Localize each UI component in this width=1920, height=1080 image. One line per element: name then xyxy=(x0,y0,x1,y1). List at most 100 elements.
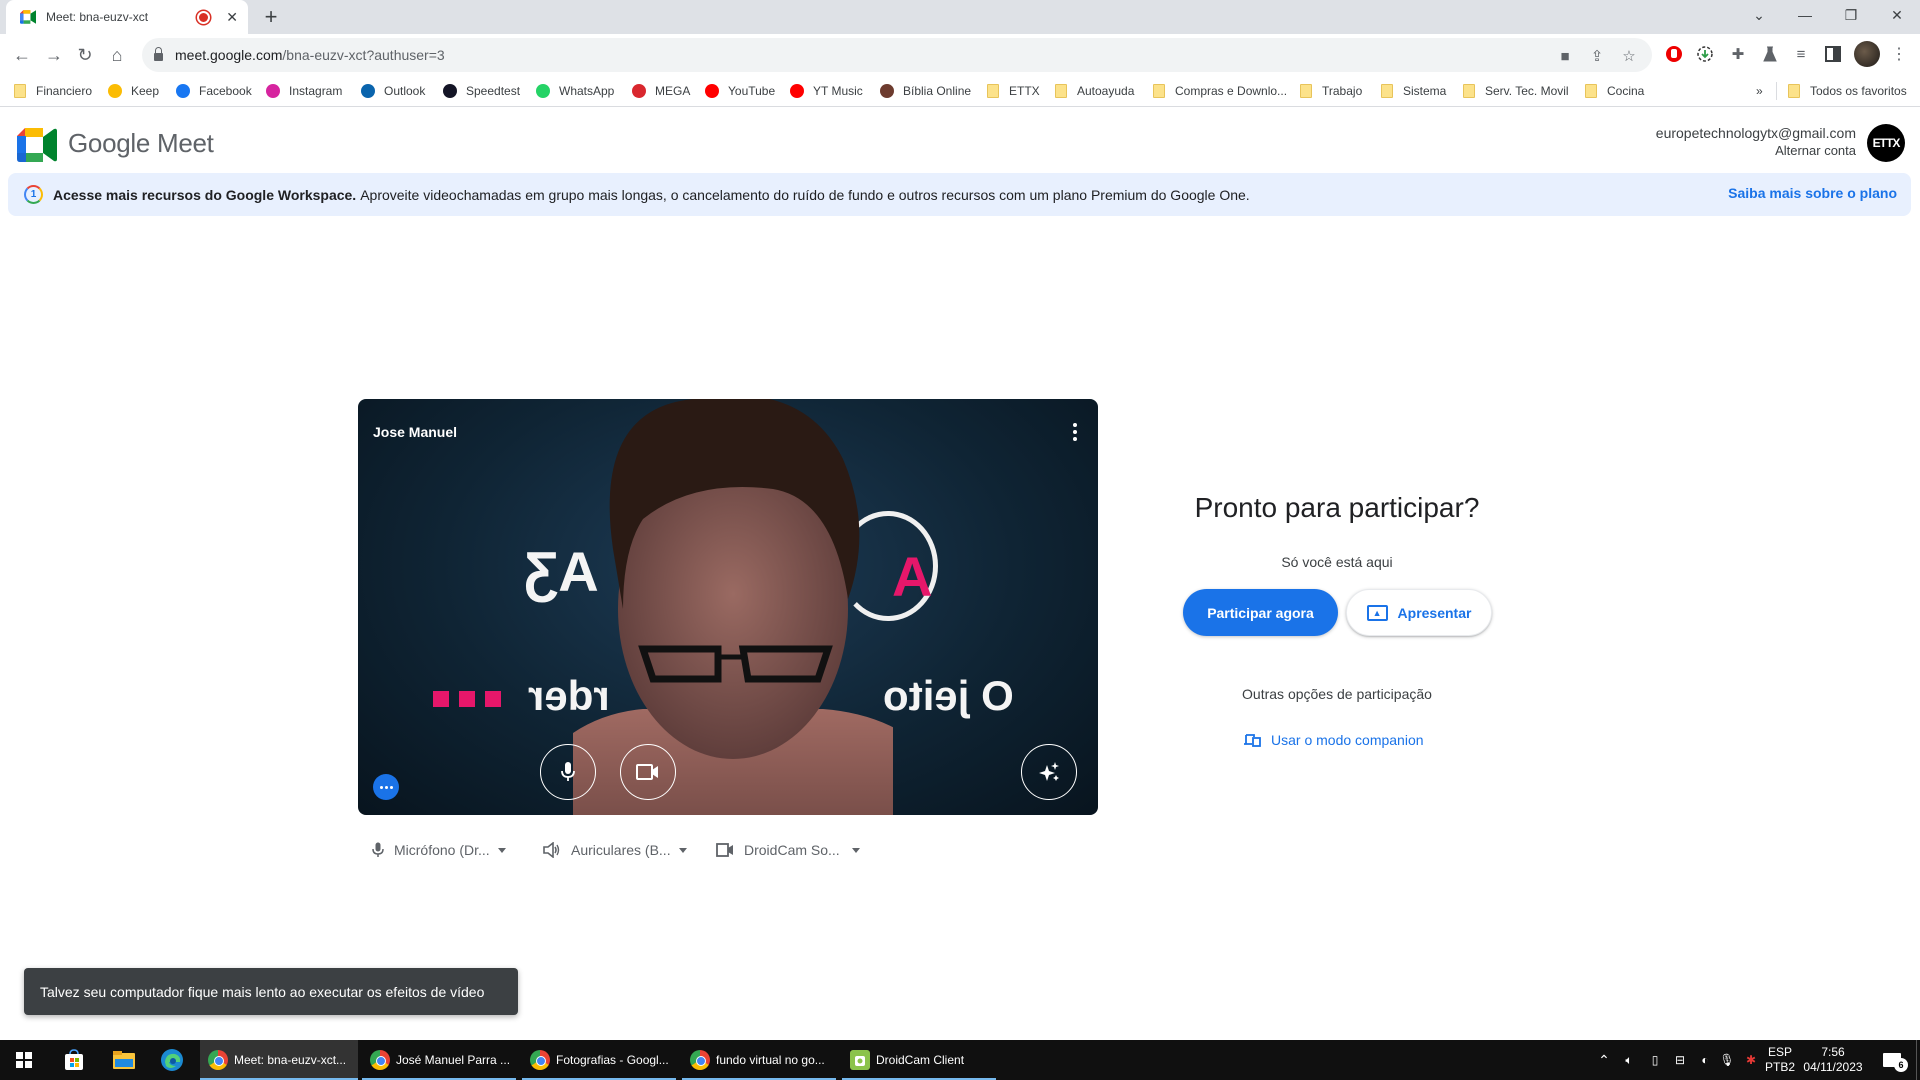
speaker-select[interactable]: Auriculares (B... xyxy=(543,838,687,862)
profile-avatar[interactable] xyxy=(1854,41,1880,67)
bookmark-serv-tec-movil[interactable]: Serv. Tec. Movil xyxy=(1463,82,1569,100)
bookmark-star-icon[interactable]: ☆ xyxy=(1620,47,1638,65)
bookmark-label: Cocina xyxy=(1607,84,1645,98)
bookmark-keep[interactable]: Keep xyxy=(108,82,159,100)
folder-icon xyxy=(1463,84,1475,98)
edge-browser-icon[interactable] xyxy=(148,1040,196,1080)
notification-center-button[interactable]: 6 xyxy=(1874,1040,1910,1080)
present-button-label: Apresentar xyxy=(1397,604,1472,621)
switch-account-link[interactable]: Alternar conta xyxy=(1775,143,1856,158)
all-bookmarks-button[interactable]: Todos os favoritos xyxy=(1788,82,1907,100)
usb-eject-icon[interactable]: ▯ xyxy=(1644,1040,1666,1080)
bookmark-speedtest[interactable]: Speedtest xyxy=(443,82,520,100)
input-language[interactable]: ESP PTB2 xyxy=(1762,1040,1798,1080)
camera-select[interactable]: DroidCam So... xyxy=(716,838,860,862)
notification-count-badge: 6 xyxy=(1894,1058,1908,1072)
taskbar-app-meet[interactable]: Meet: bna-euzv-xct... xyxy=(200,1040,358,1080)
bookmarks-overflow-button[interactable]: » xyxy=(1756,82,1763,100)
new-tab-button[interactable]: + xyxy=(258,4,284,30)
visual-effects-button[interactable] xyxy=(1021,744,1077,800)
participant-video-person xyxy=(573,399,893,815)
google-meet-wordmark[interactable]: Google Meet xyxy=(68,128,214,159)
companion-mode-link[interactable]: Usar o modo companion xyxy=(1243,730,1424,750)
tab-close-icon[interactable]: ✕ xyxy=(226,9,238,26)
bookmark-b-blia-online[interactable]: Bíblia Online xyxy=(880,82,971,100)
bookmark-youtube[interactable]: YouTube xyxy=(705,82,775,100)
join-now-button[interactable]: Participar agora xyxy=(1183,589,1338,636)
labs-flask-icon[interactable] xyxy=(1759,43,1781,65)
adblock-extension-icon[interactable] xyxy=(1663,43,1685,65)
bookmark-autoayuda[interactable]: Autoayuda xyxy=(1055,82,1134,100)
bookmark-label: WhatsApp xyxy=(559,84,615,98)
file-explorer-icon[interactable] xyxy=(100,1040,148,1080)
address-bar[interactable]: meet.google.com/bna-euzv-xct?authuser=3 … xyxy=(142,38,1652,72)
browser-toolbar: ← → ↻ ⌂ meet.google.com/bna-euzv-xct?aut… xyxy=(0,34,1920,76)
toggle-camera-button[interactable] xyxy=(620,744,676,800)
google-meet-logo-icon[interactable] xyxy=(17,128,57,162)
sparkle-effects-icon xyxy=(1039,762,1059,781)
video-effects-warning-toast: Talvez seu computador fique mais lento a… xyxy=(24,968,518,1015)
bookmark-label: Instagram xyxy=(289,84,343,98)
folder-icon xyxy=(1055,84,1067,98)
network-icon[interactable]: ⊟ xyxy=(1668,1040,1692,1080)
bookmark-ettx[interactable]: ETTX xyxy=(987,82,1040,100)
camera-in-use-icon[interactable]: ■ xyxy=(1556,47,1574,65)
tab-search-button[interactable]: ⌄ xyxy=(1736,0,1782,30)
instagram-icon xyxy=(266,84,280,98)
taskbar-app-virtual-bg[interactable]: fundo virtual no go... xyxy=(682,1040,836,1080)
taskbar-app-droidcam[interactable]: DroidCam Client xyxy=(842,1040,996,1080)
app-tray-icon[interactable]: ✱ xyxy=(1740,1040,1762,1080)
clock[interactable]: 7:56 04/11/2023 xyxy=(1800,1040,1866,1080)
download-extension-icon[interactable] xyxy=(1694,43,1716,65)
home-icon[interactable]: ⌂ xyxy=(103,41,131,69)
microphone-tray-icon[interactable]: 🎙︎ xyxy=(1716,1040,1738,1080)
bookmark-trabajo[interactable]: Trabajo xyxy=(1300,82,1362,100)
bookmark-outlook[interactable]: Outlook xyxy=(361,82,425,100)
chrome-icon xyxy=(370,1050,390,1070)
restore-button[interactable]: ❐ xyxy=(1828,0,1874,30)
volume-icon[interactable]: 🔈︎ xyxy=(1618,1040,1640,1080)
more-options-icon[interactable] xyxy=(1072,423,1078,441)
bookmark-label: Bíblia Online xyxy=(903,84,972,98)
extensions-puzzle-icon[interactable]: ✚ xyxy=(1727,43,1749,65)
account-avatar[interactable]: ETTX xyxy=(1867,124,1905,162)
satellite-icon[interactable]: ◐ xyxy=(1694,1040,1716,1080)
chrome-icon xyxy=(530,1050,550,1070)
windows-start-icon[interactable] xyxy=(0,1040,48,1080)
side-panel-icon[interactable] xyxy=(1822,43,1844,65)
tab-meet[interactable]: Meet: bna-euzv-xct ✕ xyxy=(6,0,248,34)
microsoft-store-icon[interactable] xyxy=(50,1040,98,1080)
browser-menu-icon[interactable]: ⋮ xyxy=(1888,43,1910,65)
media-controls-icon[interactable]: ≡ xyxy=(1790,43,1812,65)
show-desktop-button[interactable] xyxy=(1916,1040,1920,1080)
virtual-background-slogan-2: O jeito xyxy=(883,672,1014,719)
show-hidden-icons-icon[interactable]: ⌃ xyxy=(1594,1040,1614,1080)
bookmark-sistema[interactable]: Sistema xyxy=(1381,82,1446,100)
reload-icon[interactable]: ↻ xyxy=(71,41,99,69)
language-code: ESP xyxy=(1767,1045,1792,1059)
bookmark-cocina[interactable]: Cocina xyxy=(1585,82,1644,100)
microphone-select[interactable]: Micrófono (Dr... xyxy=(372,838,506,862)
forward-icon[interactable]: → xyxy=(40,41,68,69)
more-actions-button[interactable] xyxy=(373,774,399,800)
bookmark-compras-e-downlo[interactable]: Compras e Downlo... xyxy=(1153,82,1287,100)
share-icon[interactable]: ⇪ xyxy=(1588,47,1606,65)
bookmark-mega[interactable]: MEGA xyxy=(632,82,690,100)
bookmark-financiero[interactable]: Financiero xyxy=(14,82,92,100)
close-window-button[interactable]: ✕ xyxy=(1874,0,1920,30)
taskbar-app-chrome-2[interactable]: José Manuel Parra ... xyxy=(362,1040,516,1080)
taskbar-app-photos[interactable]: Fotografias - Googl... xyxy=(522,1040,676,1080)
learn-more-plan-link[interactable]: Saiba mais sobre o plano xyxy=(1728,185,1897,201)
bookmark-yt-music[interactable]: YT Music xyxy=(790,82,863,100)
minimize-button[interactable]: — xyxy=(1782,0,1828,30)
back-icon[interactable]: ← xyxy=(8,41,36,69)
bookmark-label: Facebook xyxy=(199,84,252,98)
bookmark-instagram[interactable]: Instagram xyxy=(266,82,342,100)
bookmark-whatsapp[interactable]: WhatsApp xyxy=(536,82,614,100)
meet-favicon xyxy=(20,10,36,24)
self-video-preview: ƸA A rder O jeito Jose Manuel xyxy=(358,399,1098,815)
toggle-microphone-button[interactable] xyxy=(540,744,596,800)
droidcam-icon xyxy=(850,1050,870,1070)
present-button[interactable]: ▲ Apresentar xyxy=(1346,589,1492,636)
bookmark-facebook[interactable]: Facebook xyxy=(176,82,252,100)
